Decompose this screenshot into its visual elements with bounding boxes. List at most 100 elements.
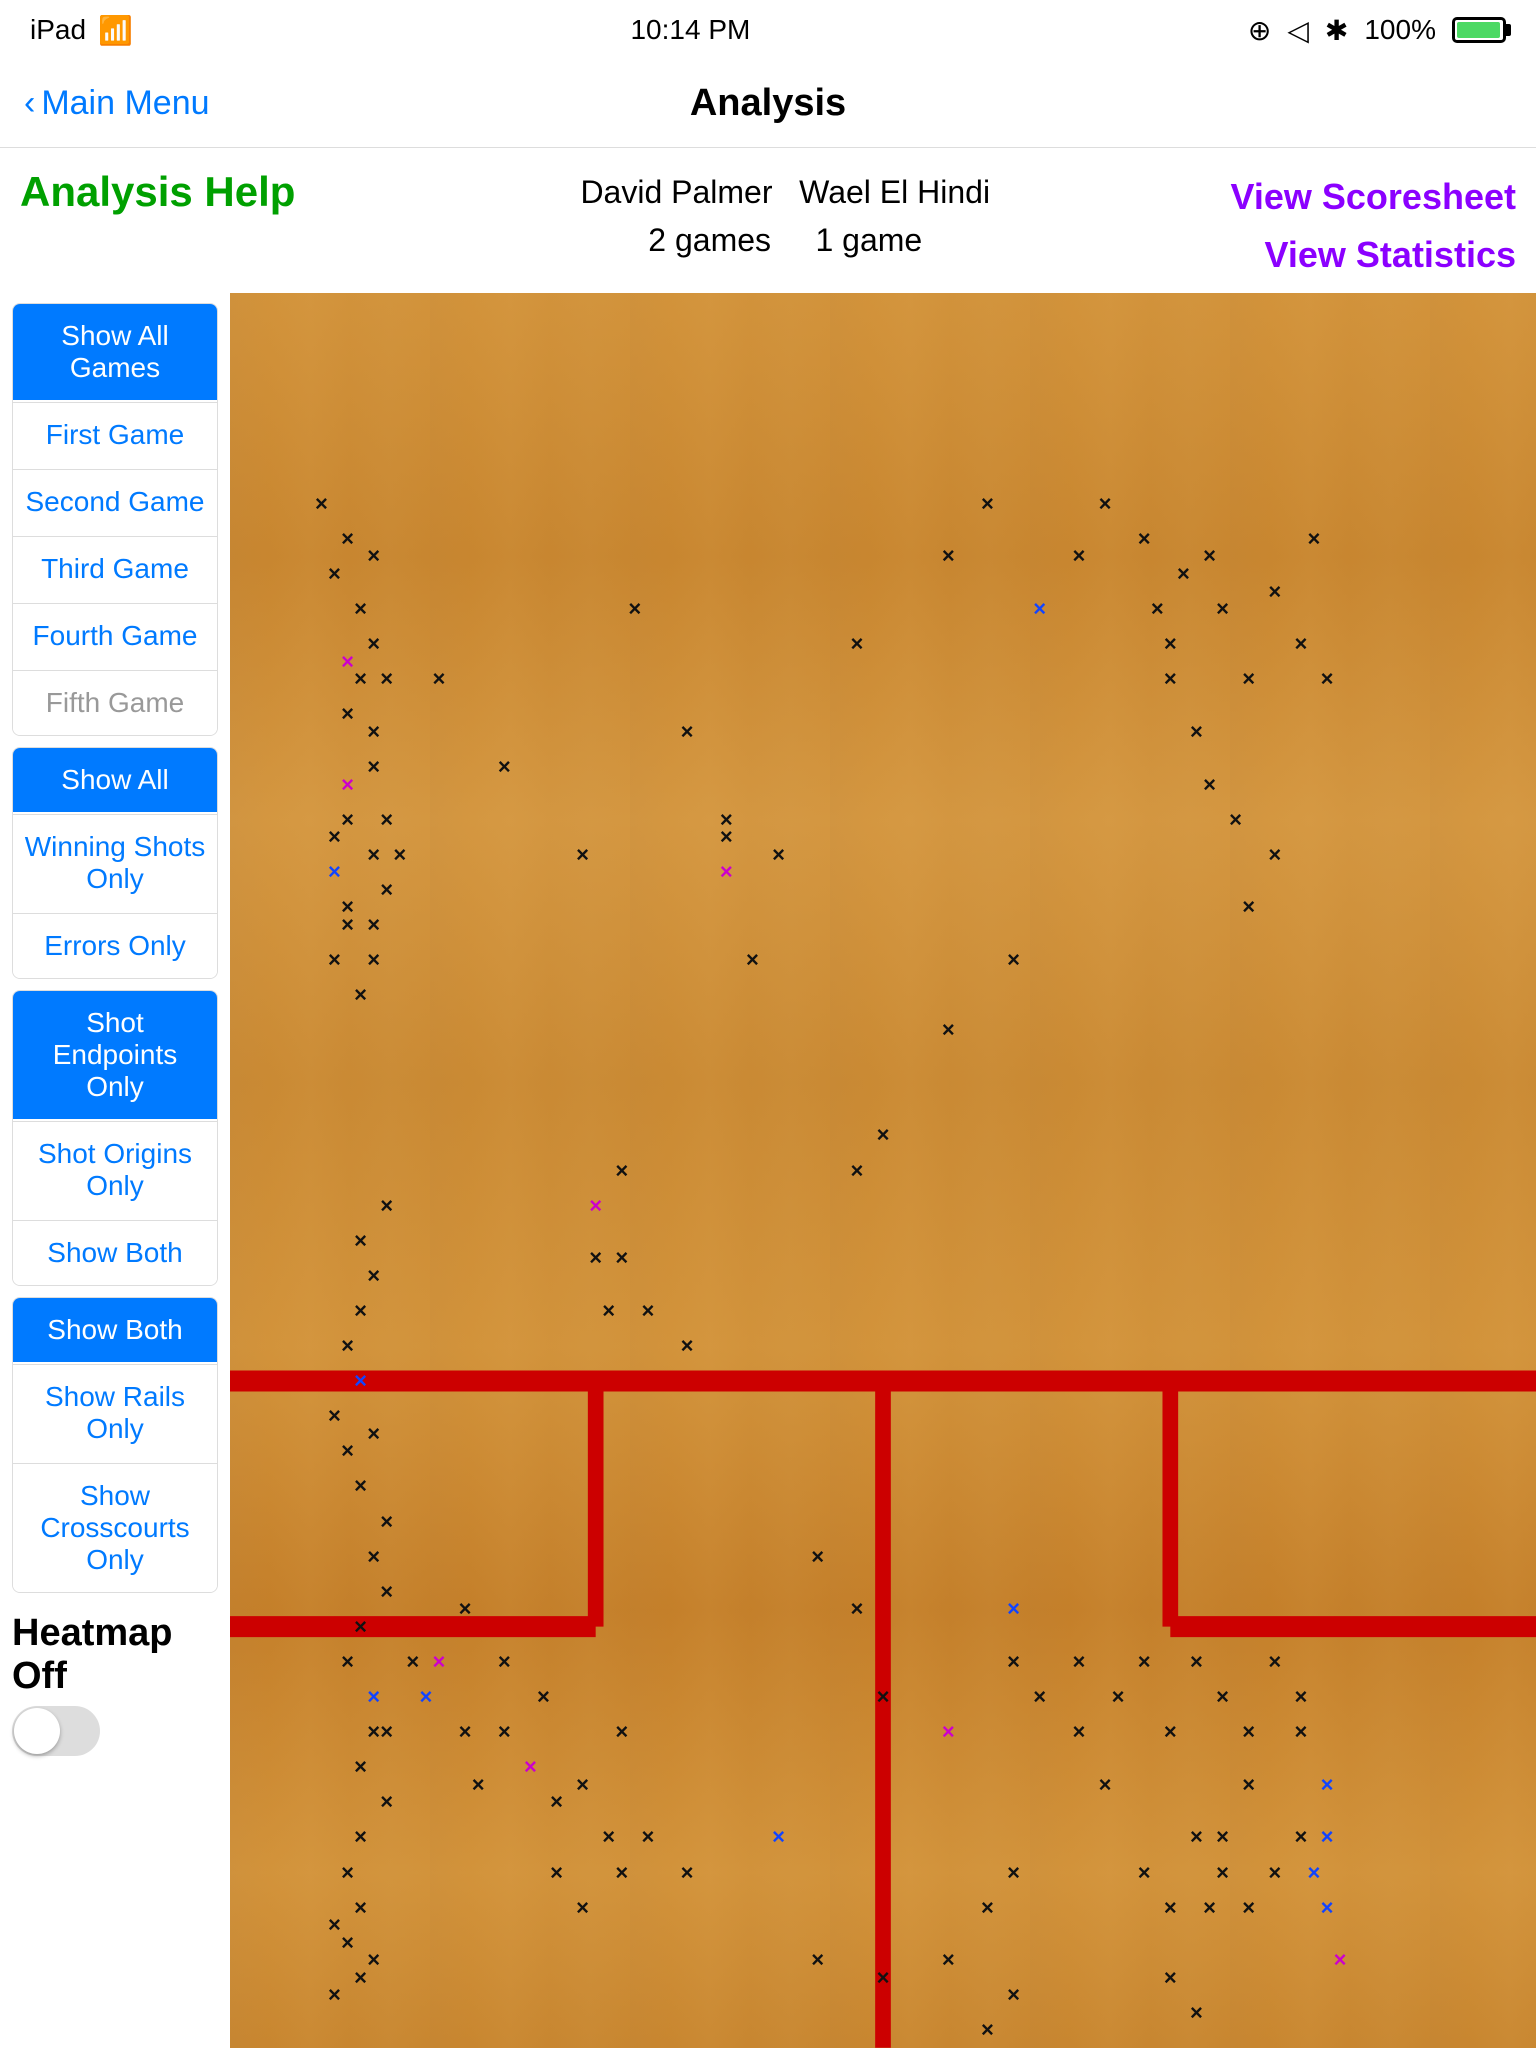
- shot-marker: ×: [1164, 1721, 1177, 1743]
- shot-marker: ×: [328, 861, 341, 883]
- shot-marker: ×: [380, 809, 393, 831]
- shot-marker: ×: [772, 1826, 785, 1848]
- shot-marker: ×: [1190, 1651, 1203, 1673]
- shot-marker: ×: [459, 1598, 472, 1620]
- scoresheet-links: View Scoresheet View Statistics: [1231, 168, 1517, 283]
- shot-marker: ×: [1203, 545, 1216, 567]
- shot-marker: ×: [850, 1160, 863, 1182]
- view-scoresheet-link[interactable]: View Scoresheet: [1231, 168, 1517, 226]
- shot-marker: ×: [1007, 1984, 1020, 2006]
- first-game-button[interactable]: First Game: [13, 402, 217, 467]
- shot-marker: ×: [1007, 1862, 1020, 1884]
- shot-marker: ×: [1072, 545, 1085, 567]
- show-both-endpoint-button[interactable]: Show Both: [13, 1220, 217, 1285]
- shot-marker: ×: [1294, 1826, 1307, 1848]
- shot-endpoints-button[interactable]: Shot Endpoints Only: [13, 991, 217, 1119]
- show-both-rail-button[interactable]: Show Both: [13, 1298, 217, 1362]
- game-selection-group: Show All Games First Game Second Game Th…: [12, 303, 218, 736]
- winning-shots-button[interactable]: Winning Shots Only: [13, 814, 217, 911]
- shot-marker: ×: [380, 1721, 393, 1743]
- shot-marker: ×: [498, 756, 511, 778]
- battery-icon: [1452, 17, 1506, 43]
- shot-marker: ×: [850, 1598, 863, 1620]
- shot-marker: ×: [380, 1581, 393, 1603]
- shot-marker: ×: [981, 493, 994, 515]
- shot-marker: ×: [367, 721, 380, 743]
- third-game-button[interactable]: Third Game: [13, 536, 217, 601]
- shot-marker: ×: [1294, 1721, 1307, 1743]
- second-game-button[interactable]: Second Game: [13, 469, 217, 534]
- heatmap-toggle[interactable]: [12, 1706, 100, 1756]
- shot-marker: ×: [589, 1247, 602, 1269]
- show-crosscourts-button[interactable]: Show Crosscourts Only: [13, 1463, 217, 1592]
- shot-marker: ×: [615, 1862, 628, 1884]
- bluetooth-icon: ✱: [1325, 14, 1348, 47]
- shot-marker: ×: [1216, 1826, 1229, 1848]
- shot-marker: ×: [406, 1651, 419, 1673]
- show-rails-only-button[interactable]: Show Rails Only: [13, 1364, 217, 1461]
- shot-marker: ×: [341, 528, 354, 550]
- shot-marker: ×: [1216, 1686, 1229, 1708]
- shot-marker: ×: [1308, 528, 1321, 550]
- shot-marker: ×: [341, 914, 354, 936]
- shot-marker: ×: [367, 1265, 380, 1287]
- shot-marker: ×: [328, 1914, 341, 1936]
- nav-bar: ‹ Main Menu Analysis: [0, 60, 1536, 148]
- top-header: Analysis Help David Palmer Wael El Hindi…: [0, 148, 1536, 293]
- shot-marker: ×: [1072, 1721, 1085, 1743]
- fifth-game-button: Fifth Game: [13, 670, 217, 735]
- players-info: David Palmer Wael El Hindi 2 games 1 gam…: [340, 168, 1231, 264]
- show-all-games-button[interactable]: Show All Games: [13, 304, 217, 400]
- shot-marker: ×: [1138, 1862, 1151, 1884]
- shot-marker: ×: [1033, 598, 1046, 620]
- shot-marker: ×: [367, 1423, 380, 1445]
- shot-marker: ×: [1242, 1721, 1255, 1743]
- shot-marker: ×: [1268, 1862, 1281, 1884]
- shot-marker: ×: [354, 1370, 367, 1392]
- shot-marker: ×: [1190, 1826, 1203, 1848]
- shot-marker: ×: [811, 1949, 824, 1971]
- shot-marker: ×: [367, 545, 380, 567]
- view-statistics-link[interactable]: View Statistics: [1231, 226, 1517, 284]
- show-all-button[interactable]: Show All: [13, 748, 217, 812]
- back-button[interactable]: ‹ Main Menu: [24, 84, 210, 123]
- shot-marker: ×: [615, 1721, 628, 1743]
- player2-name: Wael El Hindi: [799, 174, 990, 210]
- shot-origins-button[interactable]: Shot Origins Only: [13, 1121, 217, 1218]
- shot-marker: ×: [1308, 1862, 1321, 1884]
- shot-marker: ×: [1099, 1774, 1112, 1796]
- location-icon: ⊕: [1248, 14, 1271, 47]
- fourth-game-button[interactable]: Fourth Game: [13, 603, 217, 668]
- shot-marker: ×: [1242, 896, 1255, 918]
- shot-marker: ×: [681, 1335, 694, 1357]
- shot-marker: ×: [641, 1826, 654, 1848]
- toggle-knob: [14, 1708, 60, 1754]
- sidebar: Show All Games First Game Second Game Th…: [0, 293, 230, 2048]
- shot-marker: ×: [498, 1721, 511, 1743]
- shot-marker: ×: [328, 1405, 341, 1427]
- shot-marker: ×: [1268, 844, 1281, 866]
- shot-marker: ×: [380, 1791, 393, 1813]
- shot-marker: ×: [1033, 1686, 1046, 1708]
- toggle-container: [12, 1706, 218, 1756]
- shot-marker: ×: [341, 651, 354, 673]
- shot-marker: ×: [1294, 633, 1307, 655]
- shot-marker: ×: [1007, 1651, 1020, 1673]
- shot-marker: ×: [472, 1774, 485, 1796]
- errors-only-button[interactable]: Errors Only: [13, 913, 217, 978]
- shot-marker: ×: [367, 949, 380, 971]
- status-right: ⊕ ◁ ✱ 100%: [1248, 14, 1506, 47]
- shot-marker: ×: [1203, 1897, 1216, 1919]
- shot-marker: ×: [877, 1124, 890, 1146]
- shot-marker: ×: [1151, 598, 1164, 620]
- shot-marker: ×: [341, 1932, 354, 1954]
- shot-marker: ×: [367, 1949, 380, 1971]
- back-label: Main Menu: [41, 84, 209, 123]
- shot-marker: ×: [328, 1984, 341, 2006]
- chevron-left-icon: ‹: [24, 84, 35, 123]
- shot-marker: ×: [328, 563, 341, 585]
- shot-marker: ×: [942, 1019, 955, 1041]
- shot-marker: ×: [681, 721, 694, 743]
- shot-marker: ×: [589, 1195, 602, 1217]
- shot-marker: ×: [524, 1756, 537, 1778]
